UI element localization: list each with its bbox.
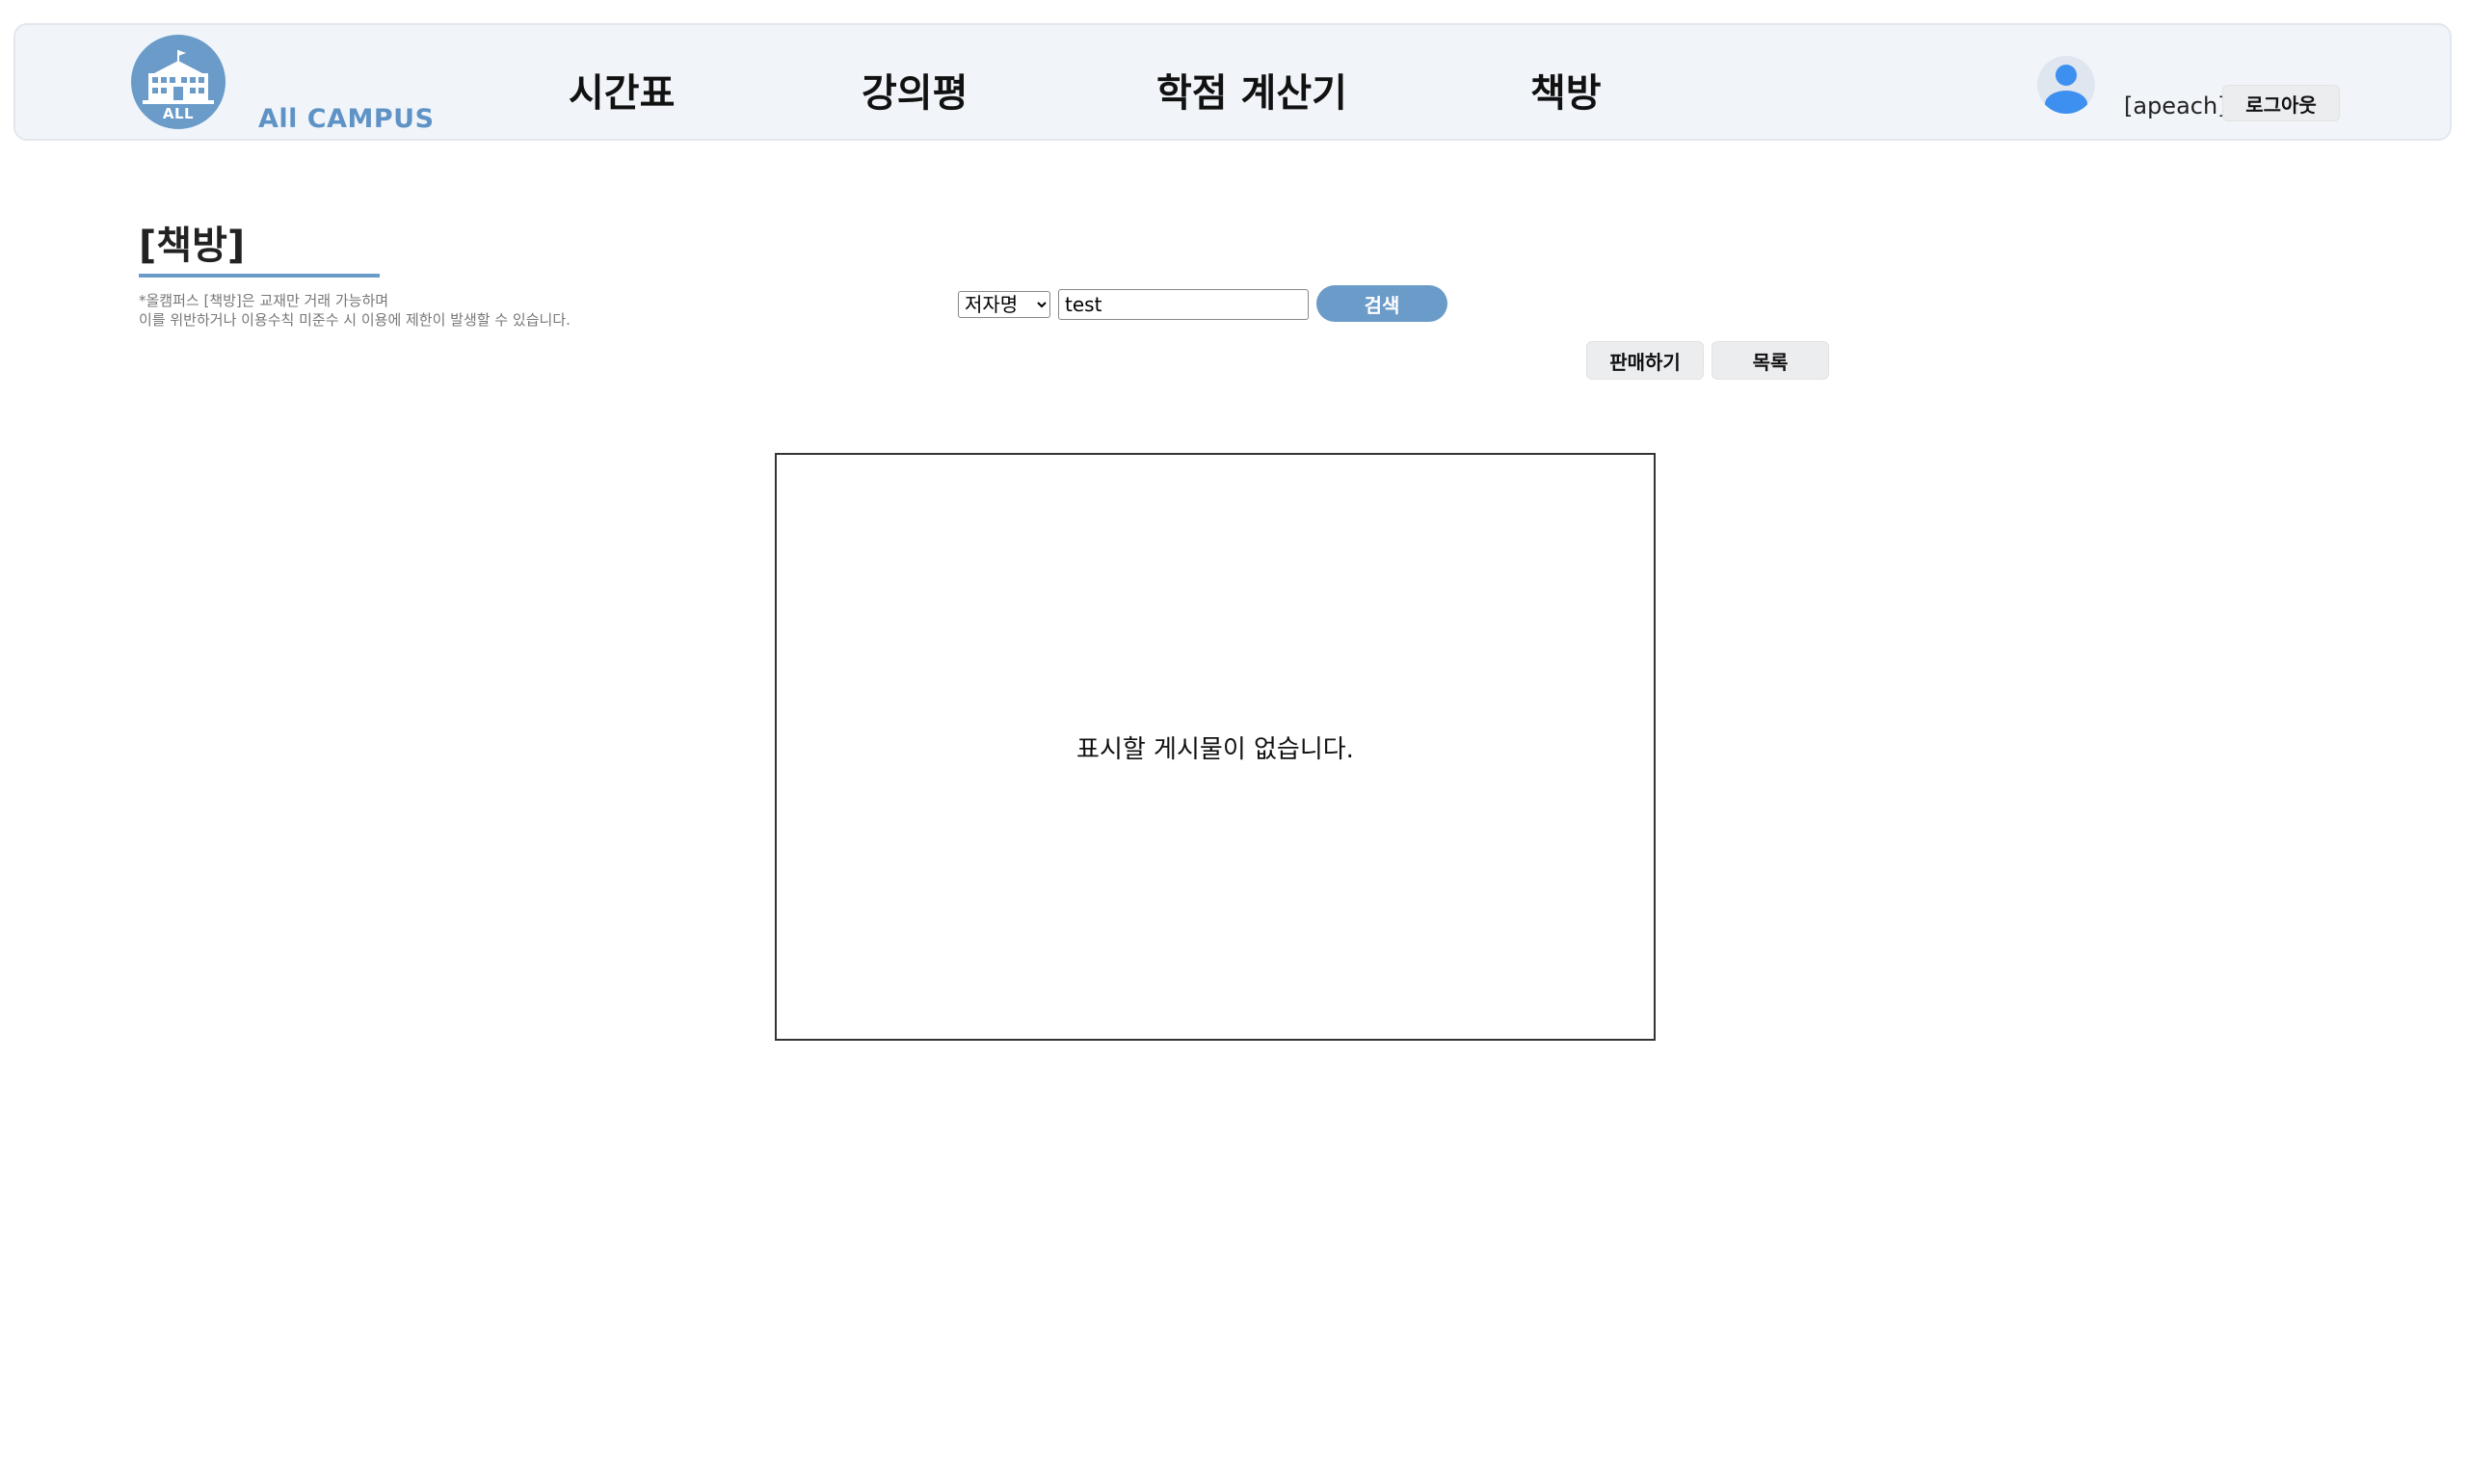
- nav-timetable[interactable]: 시간표: [569, 62, 675, 118]
- post-list: 표시할 게시물이 없습니다.: [775, 453, 1656, 1041]
- page-title: [책방]: [139, 224, 246, 268]
- list-button[interactable]: 목록: [1712, 341, 1829, 380]
- title-underline: [139, 274, 380, 278]
- nav-grade-calculator[interactable]: 학점 계산기: [1156, 62, 1347, 118]
- nav-lecture-review[interactable]: 강의평: [862, 62, 968, 118]
- empty-message: 표시할 게시물이 없습니다.: [1076, 734, 1354, 764]
- page: ALL All CAMPUS 시간표 강의평 학점 계산기 책방 [apeach…: [0, 0, 2468, 1484]
- user-avatar[interactable]: [2037, 56, 2095, 114]
- top-header: ALL All CAMPUS 시간표 강의평 학점 계산기 책방 [apeach…: [13, 23, 2452, 141]
- user-icon: [2045, 65, 2087, 114]
- notice-line-1: *올캠퍼스 [책방]은 교재만 거래 가능하며: [139, 292, 389, 309]
- search-type-select[interactable]: 저자명: [958, 291, 1050, 318]
- usage-notice: *올캠퍼스 [책방]은 교재만 거래 가능하며 이를 위반하거나 이용수칙 미준…: [139, 291, 571, 330]
- sell-button[interactable]: 판매하기: [1586, 341, 1704, 380]
- logo-text: ALL: [162, 105, 195, 122]
- notice-line-2: 이를 위반하거나 이용수칙 미준수 시 이용에 제한이 발생할 수 있습니다.: [139, 311, 571, 329]
- logout-button[interactable]: 로그아웃: [2222, 85, 2340, 121]
- nav-bookstore[interactable]: 책방: [1530, 62, 1602, 118]
- search-input[interactable]: [1058, 289, 1309, 320]
- username-label: [apeach]: [2124, 93, 2227, 119]
- all-campus-logo[interactable]: ALL: [131, 35, 226, 129]
- search-button[interactable]: 검색: [1316, 285, 1447, 322]
- brand-name[interactable]: All CAMPUS: [258, 104, 435, 134]
